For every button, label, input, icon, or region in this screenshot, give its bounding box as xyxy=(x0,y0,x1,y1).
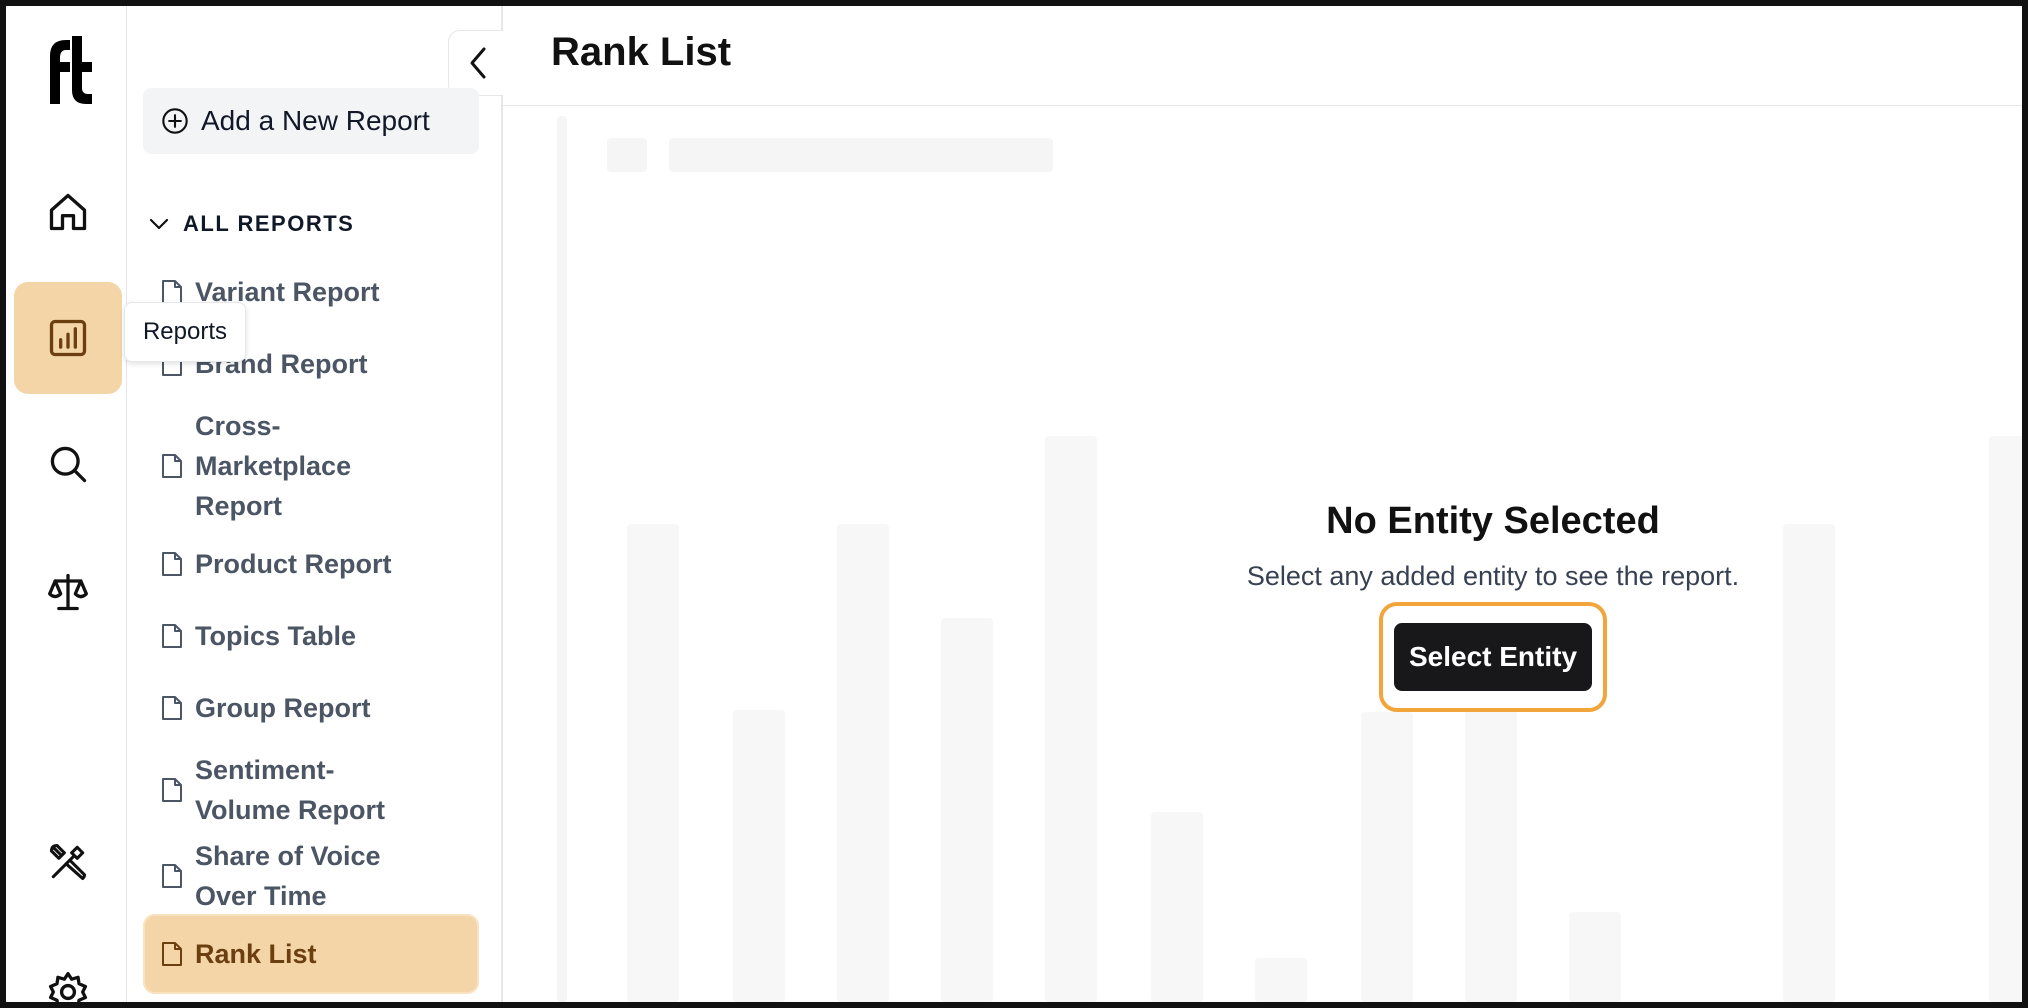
all-reports-label: ALL REPORTS xyxy=(183,211,355,236)
ghost-bar xyxy=(941,618,993,1002)
document-icon xyxy=(162,864,182,888)
report-item-label: Product Report xyxy=(195,549,392,579)
document-icon xyxy=(162,454,182,478)
empty-state-title: No Entity Selected xyxy=(1326,500,1660,542)
ghost-bar xyxy=(733,710,785,1002)
add-report-button[interactable]: Add a New Report xyxy=(143,88,479,154)
rail-settings-button[interactable] xyxy=(14,936,122,1002)
report-item-share-of-voice[interactable]: Share of Voice Over Time xyxy=(143,834,479,918)
document-icon xyxy=(162,778,182,802)
report-item-label: Topics Table xyxy=(195,621,357,651)
ghost-bar xyxy=(1045,436,1097,1002)
document-icon xyxy=(162,942,182,966)
ghost-bar xyxy=(1783,524,1835,1002)
report-item-label: Rank List xyxy=(195,939,317,969)
rail-home-button[interactable] xyxy=(14,156,122,268)
page-title: Rank List xyxy=(551,30,732,74)
rail-search-button[interactable] xyxy=(14,408,122,520)
ghost-bar xyxy=(1465,710,1517,1002)
scale-icon xyxy=(48,573,88,611)
ghost-title-icon xyxy=(607,138,647,172)
ghost-bar xyxy=(1989,436,2022,1002)
select-entity-highlight: Select Entity xyxy=(1379,602,1607,712)
report-item-label: Share of Voice Over Time xyxy=(195,841,381,911)
ghost-axis xyxy=(557,116,567,1002)
report-item-product[interactable]: Product Report xyxy=(143,540,479,588)
ghost-title-line xyxy=(669,138,1053,172)
chevron-left-icon xyxy=(470,47,486,79)
gear-icon xyxy=(48,972,88,1002)
logo-icon xyxy=(50,36,92,104)
empty-state-message: Select any added entity to see the repor… xyxy=(1246,561,1740,591)
rail-reports-button[interactable] xyxy=(14,282,122,394)
document-icon xyxy=(162,624,182,648)
document-icon xyxy=(162,696,182,720)
report-item-label: Cross-Marketplace Report xyxy=(195,411,352,521)
plus-circle-icon xyxy=(162,108,188,134)
report-item-group[interactable]: Group Report xyxy=(143,684,479,732)
reports-sidebar: Add a New Report ALL REPORTS Variant Rep… xyxy=(127,6,510,1002)
main-header: Rank List xyxy=(503,6,2022,106)
main-content: Rank List No Entity Selected Select any … xyxy=(503,6,2022,1002)
ghost-bar xyxy=(1569,912,1621,1002)
ghost-bar xyxy=(837,524,889,1002)
add-report-label: Add a New Report xyxy=(201,105,430,136)
ghost-bar xyxy=(1151,812,1203,1002)
chevron-down-icon xyxy=(149,218,169,230)
rail-compare-button[interactable] xyxy=(14,536,122,648)
app-window: Reports Add a New Report ALL REPORTS Var… xyxy=(6,6,2022,1002)
ghost-bar xyxy=(1255,958,1307,1002)
report-item-rank-list[interactable]: Rank List xyxy=(143,914,479,994)
document-icon xyxy=(162,552,182,576)
report-item-sentiment-volume[interactable]: Sentiment-Volume Report xyxy=(143,748,479,832)
report-item-label: Group Report xyxy=(195,693,371,723)
reports-tooltip: Reports xyxy=(124,302,246,362)
icon-rail xyxy=(6,6,127,1002)
bar-chart-icon xyxy=(49,319,87,357)
collapse-sidebar-button[interactable] xyxy=(448,30,510,96)
empty-state: No Entity Selected Select any added enti… xyxy=(1183,500,1803,592)
ghost-bar xyxy=(627,524,679,1002)
report-item-cross-marketplace[interactable]: Cross-Marketplace Report xyxy=(143,404,479,528)
ghost-bar xyxy=(1361,712,1413,1002)
report-item-topics-table[interactable]: Topics Table xyxy=(143,612,479,660)
all-reports-toggle[interactable]: ALL REPORTS xyxy=(147,206,354,242)
select-entity-button[interactable]: Select Entity xyxy=(1394,623,1592,691)
tools-icon xyxy=(49,843,87,881)
home-icon xyxy=(49,193,87,231)
rail-tools-button[interactable] xyxy=(14,806,122,918)
report-item-label: Sentiment-Volume Report xyxy=(195,755,386,825)
search-icon xyxy=(50,446,87,483)
